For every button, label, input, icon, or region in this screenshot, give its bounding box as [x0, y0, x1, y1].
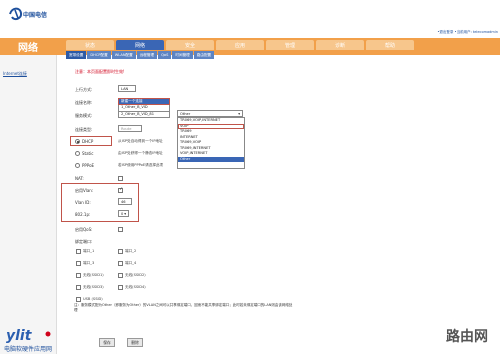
mode-pppoe-radio[interactable]: [75, 163, 80, 168]
p8021-value: 0: [121, 211, 124, 216]
watermark-logo: ylit 电脑软硬件应用网: [0, 324, 70, 354]
subnav-remote[interactable]: 远程管理: [136, 51, 158, 59]
main-tabs: 状态 网络 安全 应用 管理 诊断 帮助: [66, 40, 414, 50]
watermark-right: 路由网: [446, 329, 488, 345]
check-icon: ✓: [119, 187, 124, 192]
subnav-wlan[interactable]: WLAN配置: [111, 51, 136, 59]
port-label: 端口_2: [125, 249, 137, 253]
chevron-down-icon: ▾: [124, 211, 126, 216]
subnav-routing[interactable]: 路由配置: [193, 51, 215, 59]
conn-type-select[interactable]: Route: [118, 125, 142, 132]
port-checkbox[interactable]: [76, 273, 81, 278]
service-mode-label: 服务模式:: [75, 113, 93, 118]
mode-pppoe-desc: 若ISP使用PPPoE请选择此项: [118, 163, 164, 167]
service-option-other[interactable]: Other: [178, 156, 244, 162]
tab-management[interactable]: 管理: [266, 40, 314, 50]
save-button[interactable]: 保存: [99, 338, 115, 347]
footnote: 注：服务模式配为Other（即服务为Other）的VLAN之间可以共享绑定端口，…: [74, 303, 293, 312]
bind-ports-label: 绑定端口:: [75, 239, 93, 244]
conn-name-select[interactable]: 新建一个连接 1_Other_B_VID 2_Other_B_VID_81: [118, 98, 170, 118]
nat-label: NAT:: [75, 176, 84, 181]
service-mode-value: Other: [180, 111, 191, 116]
usb-label: USB (SSID): [83, 297, 103, 301]
port-checkbox[interactable]: [118, 249, 123, 254]
vlan-id-input[interactable]: 46: [118, 198, 132, 205]
port-label: 端口_4: [125, 261, 137, 265]
vlan-enable-checkbox[interactable]: ✓: [118, 187, 124, 193]
top-links[interactable]: •退出登录 •当前用户: telecomadmin: [380, 30, 498, 35]
conn-type-label: 连接类型:: [75, 127, 93, 132]
upstream-select[interactable]: LAN: [118, 85, 136, 92]
port-label: 端口_1: [83, 249, 95, 253]
port-label: 无线(SSID2): [125, 273, 146, 277]
tab-security[interactable]: 安全: [166, 40, 214, 50]
mode-static-desc: 由ISP处获得一个静态IP地址: [118, 151, 163, 155]
upstream-label: 上行方式:: [75, 87, 93, 92]
chevron-down-icon: ▾: [238, 111, 240, 116]
port-checkbox[interactable]: [76, 249, 81, 254]
sidebar-item-internet[interactable]: Internet连接: [3, 71, 27, 77]
tab-status[interactable]: 状态: [66, 40, 114, 50]
mode-static-radio[interactable]: [75, 151, 80, 156]
telecom-logo: 中国电信: [6, 4, 48, 26]
port-label: 无线(SSID4): [125, 285, 146, 289]
logo-text: 中国电信: [23, 12, 48, 19]
watermark-left-text: 电脑软硬件应用网: [4, 346, 53, 353]
p8021-label: 802.1p:: [75, 212, 91, 217]
tab-help[interactable]: 帮助: [366, 40, 414, 50]
nat-checkbox[interactable]: [118, 176, 123, 181]
subnav-broadband[interactable]: 宽带设置: [66, 51, 87, 59]
port-checkbox[interactable]: [76, 285, 81, 290]
vlan-id-label: Vlan ID:: [75, 200, 91, 205]
port-checkbox[interactable]: [118, 285, 123, 290]
vlan-enable-label: 启用Vlan:: [75, 188, 94, 193]
mode-dhcp-radio[interactable]: [75, 139, 80, 144]
sub-navigation: 宽带设置 DHCP配置 WLAN配置 远程管理 QoS 时间管理 路由配置: [66, 51, 215, 60]
usb-checkbox[interactable]: [76, 297, 81, 302]
service-mode-dropdown[interactable]: TR069,VOIP,INTERNET VOIP TR069 INTERNET …: [177, 117, 245, 169]
vlan-id-value: 46: [121, 199, 126, 204]
mode-static-label: Static: [82, 151, 94, 156]
port-label: 无线(SSID3): [83, 285, 104, 289]
notice-text: 注意：本页面配置即时生效!: [75, 69, 125, 74]
tab-diagnostics[interactable]: 诊断: [316, 40, 364, 50]
port-label: 端口_3: [83, 261, 95, 265]
mode-dhcp-desc: 从ISP处自动得到一个IP地址: [118, 139, 163, 143]
conn-name-current[interactable]: 新建一个连接: [118, 98, 170, 105]
tab-network[interactable]: 网络: [116, 40, 164, 50]
tab-apps[interactable]: 应用: [216, 40, 264, 50]
p8021-select[interactable]: 0 ▾: [118, 210, 129, 217]
port-checkbox[interactable]: [118, 273, 123, 278]
section-title: 网络: [0, 38, 56, 55]
service-mode-select[interactable]: Other ▾: [177, 110, 243, 117]
subnav-qos[interactable]: QoS: [158, 51, 172, 59]
port-checkbox[interactable]: [76, 261, 81, 266]
conn-name-label: 连接名称:: [75, 100, 93, 105]
qos-checkbox[interactable]: [118, 227, 123, 232]
conn-name-option[interactable]: 2_Other_B_VID_81: [118, 111, 170, 118]
delete-button[interactable]: 删除: [127, 338, 143, 347]
svg-text:ylit: ylit: [6, 328, 33, 344]
qos-label: 启用QoS:: [75, 227, 93, 232]
mode-pppoe-label: PPPoE: [82, 163, 95, 168]
conn-type-value: Route: [121, 126, 132, 131]
mode-dhcp-label: DHCP: [82, 139, 94, 144]
port-label: 无线(SSID1): [83, 273, 104, 277]
upstream-value: LAN: [121, 86, 129, 91]
subnav-time[interactable]: 时间管理: [172, 51, 193, 59]
subnav-dhcp[interactable]: DHCP配置: [87, 51, 111, 59]
port-checkbox[interactable]: [118, 261, 123, 266]
sidebar: [0, 55, 57, 354]
